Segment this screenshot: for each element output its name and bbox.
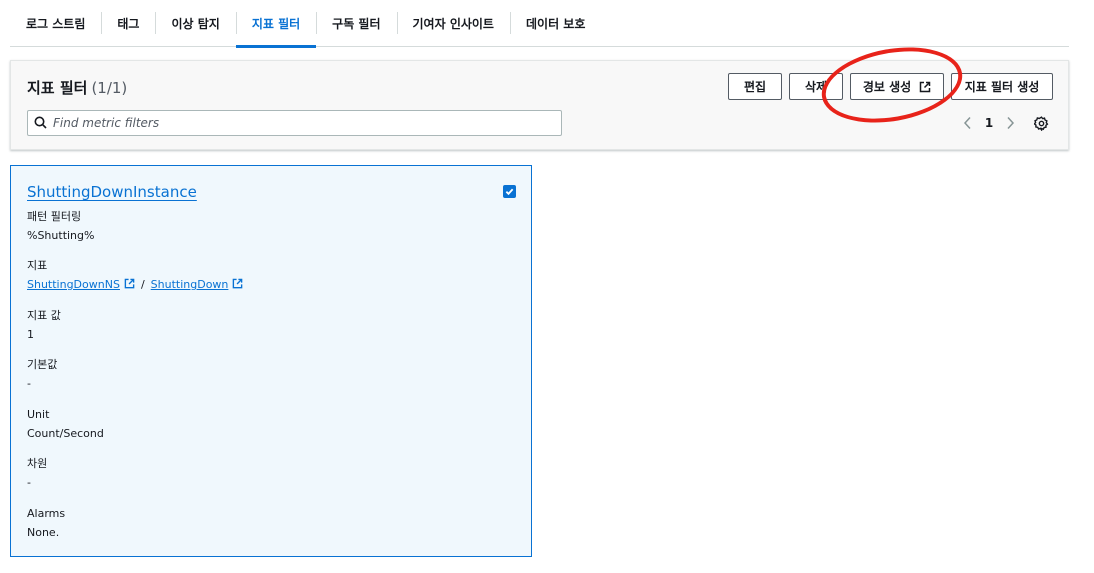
panel-title: 지표 필터 (1/1) bbox=[27, 77, 127, 98]
field-unit: Unit Count/Second bbox=[27, 406, 104, 442]
create-alarm-label: 경보 생성 bbox=[862, 80, 912, 94]
metric-filter-name-link[interactable]: ShuttingDownInstance bbox=[27, 183, 197, 201]
delete-button[interactable]: 삭제 bbox=[789, 73, 843, 100]
create-alarm-button[interactable]: 경보 생성 bbox=[850, 73, 944, 100]
field-value: Count/Second bbox=[27, 427, 104, 440]
field-label: 지표 bbox=[27, 259, 48, 272]
field-value: %Shutting% bbox=[27, 229, 95, 242]
field-label: 기본값 bbox=[27, 358, 58, 371]
external-link-icon bbox=[124, 277, 135, 294]
field-metric-value: 지표 값 1 bbox=[27, 307, 61, 343]
metric-separator: / bbox=[140, 278, 145, 291]
field-label: Unit bbox=[27, 408, 50, 421]
external-link-icon bbox=[919, 81, 931, 93]
field-value: ShuttingDownNS / ShuttingDown bbox=[27, 276, 243, 293]
field-value: 1 bbox=[27, 328, 34, 341]
field-value: - bbox=[27, 476, 31, 489]
field-label: 차원 bbox=[27, 457, 48, 470]
pagination: 1 bbox=[957, 112, 1021, 134]
field-label: Alarms bbox=[27, 507, 66, 520]
tab-log-streams[interactable]: 로그 스트림 bbox=[10, 0, 101, 47]
select-checkbox[interactable] bbox=[503, 185, 516, 198]
tab-tags[interactable]: 태그 bbox=[101, 0, 155, 47]
next-page-icon[interactable] bbox=[999, 112, 1021, 134]
metric-name-link[interactable]: ShuttingDown bbox=[151, 278, 229, 291]
metric-filters-header: 지표 필터(1/1) 편집 삭제 경보 생성 지표 필터 생성 1 bbox=[10, 60, 1069, 150]
field-value: - bbox=[27, 377, 31, 390]
search-icon bbox=[34, 114, 47, 133]
search-input[interactable] bbox=[53, 116, 533, 130]
panel-title-text: 지표 필터 bbox=[27, 79, 88, 97]
tab-anomaly-detection[interactable]: 이상 탐지 bbox=[155, 0, 235, 47]
panel-count: (1/1) bbox=[91, 79, 128, 97]
field-metric: 지표 ShuttingDownNS / ShuttingDown bbox=[27, 257, 243, 293]
field-alarms: Alarms None. bbox=[27, 505, 65, 541]
tab-data-protection[interactable]: 데이터 보호 bbox=[509, 0, 601, 47]
search-box bbox=[27, 110, 562, 136]
field-value: None. bbox=[27, 526, 60, 539]
field-label: 패턴 필터링 bbox=[27, 210, 82, 223]
field-filter-pattern: 패턴 필터링 %Shutting% bbox=[27, 208, 94, 244]
metric-namespace-link[interactable]: ShuttingDownNS bbox=[27, 278, 120, 291]
tab-bar: 로그 스트림 태그 이상 탐지 지표 필터 구독 필터 기여자 인사이트 데이터… bbox=[10, 0, 1069, 48]
previous-page-icon[interactable] bbox=[957, 112, 979, 134]
tab-contributor-insights[interactable]: 기여자 인사이트 bbox=[396, 0, 510, 47]
tab-subscription-filters[interactable]: 구독 필터 bbox=[316, 0, 396, 47]
field-label: 지표 값 bbox=[27, 309, 61, 322]
current-page[interactable]: 1 bbox=[979, 116, 999, 130]
metric-filter-card[interactable]: ShuttingDownInstance 패턴 필터링 %Shutting% 지… bbox=[10, 165, 532, 557]
create-metric-filter-button[interactable]: 지표 필터 생성 bbox=[951, 73, 1053, 100]
tab-metric-filters[interactable]: 지표 필터 bbox=[235, 0, 317, 48]
field-dimensions: 차원 - bbox=[27, 455, 47, 491]
external-link-icon bbox=[232, 277, 243, 294]
gear-icon[interactable] bbox=[1032, 114, 1050, 132]
edit-button[interactable]: 편집 bbox=[728, 73, 782, 100]
field-default-value: 기본값 - bbox=[27, 356, 57, 392]
